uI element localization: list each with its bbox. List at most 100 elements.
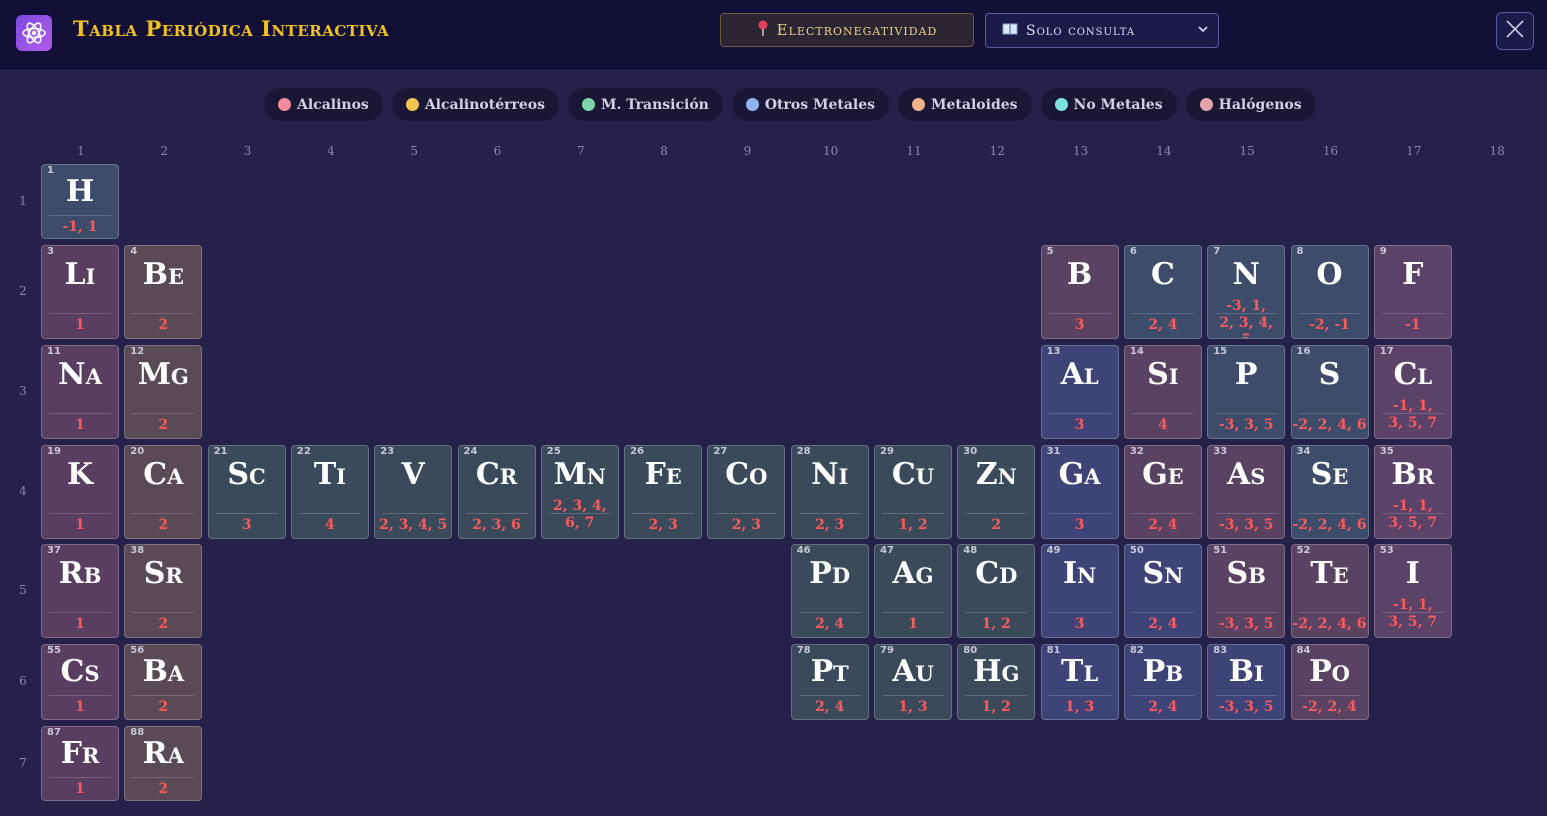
book-icon: [1002, 23, 1018, 39]
oxidation-states: 2, 3: [648, 517, 678, 533]
legend-item[interactable]: No Metales: [1040, 88, 1177, 121]
cell-divider: [882, 513, 944, 514]
cell-divider: [132, 777, 195, 778]
element-cell[interactable]: 32 Ge 2, 4: [1123, 445, 1202, 539]
element-cell[interactable]: 22 Ti 4: [290, 445, 369, 539]
column-number: 13: [1072, 144, 1089, 158]
element-cell[interactable]: 28 Ni 2, 3: [790, 445, 869, 539]
legend-item[interactable]: Alcalinos: [264, 88, 383, 121]
element-cell[interactable]: 12 Mg 2: [124, 345, 203, 439]
element-cell[interactable]: 17 Cl -1, 1, 3, 5, 7: [1373, 345, 1452, 439]
element-symbol: Ge: [1142, 457, 1184, 492]
oxidation-states: -1, 1, 3, 5, 7: [1388, 498, 1438, 531]
element-symbol: Ag: [892, 556, 934, 591]
element-cell[interactable]: 6 C 2, 4: [1123, 245, 1202, 339]
element-cell[interactable]: 35 Br -1, 1, 3, 5, 7: [1373, 445, 1452, 539]
element-cell[interactable]: 53 I -1, 1, 3, 5, 7: [1373, 544, 1452, 638]
element-symbol: Sb: [1226, 556, 1266, 591]
element-cell[interactable]: 21 Sc 3: [207, 445, 286, 539]
element-cell[interactable]: 46 Pd 2, 4: [790, 544, 869, 638]
element-cell[interactable]: 13 Al 3: [1040, 345, 1119, 439]
element-cell[interactable]: 27 Co 2, 3: [707, 445, 786, 539]
element-cell[interactable]: 19 K 1: [41, 445, 119, 539]
element-cell[interactable]: 34 Se -2, 2, 4, 6: [1290, 445, 1369, 539]
cell-divider: [49, 777, 111, 778]
element-cell[interactable]: 11 Na 1: [41, 345, 119, 439]
element-cell[interactable]: 5 B 3: [1040, 245, 1119, 339]
element-cell[interactable]: 33 As -3, 3, 5: [1207, 445, 1286, 539]
oxidation-states: 2, 4: [1148, 616, 1178, 632]
element-cell[interactable]: 31 Ga 3: [1040, 445, 1119, 539]
cell-divider: [1215, 413, 1278, 414]
element-cell[interactable]: 79 Au 1, 3: [874, 644, 952, 720]
atomic-number: 55: [47, 645, 61, 656]
element-cell[interactable]: 8 O -2, -1: [1290, 245, 1369, 339]
element-cell[interactable]: 15 P -3, 3, 5: [1207, 345, 1286, 439]
element-cell[interactable]: 9 F -1: [1373, 245, 1452, 339]
oxidation-states: 2, 4: [815, 699, 845, 715]
element-cell[interactable]: 82 Pb 2, 4: [1123, 644, 1202, 720]
element-cell[interactable]: 30 Zn 2: [957, 445, 1036, 539]
atom-icon: [16, 15, 52, 51]
element-cell[interactable]: 50 Sn 2, 4: [1123, 544, 1202, 638]
element-cell[interactable]: 24 Cr 2, 3, 6: [457, 445, 536, 539]
element-cell[interactable]: 26 Fe 2, 3: [624, 445, 703, 539]
element-cell[interactable]: 55 Cs 1: [41, 644, 119, 720]
cell-divider: [49, 695, 111, 696]
element-cell[interactable]: 83 Bi -3, 3, 5: [1207, 644, 1286, 720]
atomic-number: 35: [1379, 446, 1394, 457]
column-number: 17: [1406, 144, 1422, 158]
cell-divider: [798, 695, 861, 696]
element-cell[interactable]: 87 Fr 1: [41, 726, 119, 801]
legend-dot: [1199, 98, 1213, 111]
cell-divider: [965, 612, 1028, 613]
legend-item[interactable]: Otros Metales: [731, 88, 890, 121]
element-cell[interactable]: 56 Ba 2: [124, 644, 203, 720]
element-cell[interactable]: 20 Ca 2: [124, 445, 203, 539]
atomic-number: 51: [1213, 545, 1228, 556]
element-cell[interactable]: 52 Te -2, 2, 4, 6: [1290, 544, 1369, 638]
element-symbol: S: [1318, 357, 1341, 392]
element-symbol: In: [1062, 556, 1097, 591]
element-cell[interactable]: 78 Pt 2, 4: [790, 644, 869, 720]
element-cell[interactable]: 25 Mn 2, 3, 4, 6, 7: [540, 445, 619, 539]
cell-divider: [1298, 695, 1361, 696]
atomic-number: 25: [546, 446, 561, 457]
element-cell[interactable]: 3 Li 1: [41, 245, 119, 339]
element-cell[interactable]: 47 Ag 1: [874, 544, 952, 638]
atomic-number: 7: [1213, 246, 1221, 257]
element-cell[interactable]: 81 Tl 1, 3: [1040, 644, 1119, 720]
oxidation-states: -2, 2, 4, 6: [1292, 517, 1367, 533]
legend-dot: [745, 98, 759, 111]
element-cell[interactable]: 7N -3, 1, 2, 3, 4, 5: [1207, 245, 1286, 339]
element-cell[interactable]: 88 Ra 2: [124, 726, 203, 801]
element-cell[interactable]: 49 In 3: [1040, 544, 1119, 638]
cell-divider: [882, 695, 944, 696]
element-cell[interactable]: 16 S -2, 2, 4, 6: [1290, 345, 1369, 439]
element-cell[interactable]: 1 H -1, 1: [41, 164, 119, 239]
atomic-number: 16: [1296, 346, 1311, 357]
element-cell[interactable]: 29 Cu 1, 2: [874, 445, 952, 539]
page-title: Tabla Periódica Interactiva: [73, 16, 390, 41]
element-cell[interactable]: 80 Hg 1, 2: [957, 644, 1036, 720]
legend-dot: [405, 98, 419, 111]
element-cell[interactable]: 23 V 2, 3, 4, 5: [374, 445, 453, 539]
element-cell[interactable]: 51 Sb -3, 3, 5: [1207, 544, 1286, 638]
legend-item[interactable]: Alcalinotérreos: [391, 88, 559, 121]
close-button[interactable]: [1496, 12, 1534, 50]
row-number: 3: [19, 384, 27, 398]
element-cell[interactable]: 4 Be 2: [124, 245, 203, 339]
mode-select[interactable]: Solo consulta: [985, 13, 1219, 48]
element-cell[interactable]: 38 Sr 2: [124, 544, 203, 638]
element-symbol: Sc: [227, 457, 266, 492]
element-cell[interactable]: 14 Si 4: [1123, 345, 1202, 439]
element-cell[interactable]: 48 Cd 1, 2: [957, 544, 1036, 638]
legend-item[interactable]: Halógenos: [1185, 88, 1316, 121]
row-number: 6: [19, 674, 27, 688]
oxidation-states: 3: [1074, 417, 1085, 433]
element-cell[interactable]: 84 Po -2, 2, 4: [1290, 644, 1369, 720]
property-button[interactable]: Electronegatividad: [720, 13, 974, 47]
element-cell[interactable]: 37 Rb 1: [41, 544, 119, 638]
legend-item[interactable]: Metaloides: [898, 88, 1032, 121]
legend-item[interactable]: M. Transición: [568, 88, 723, 121]
